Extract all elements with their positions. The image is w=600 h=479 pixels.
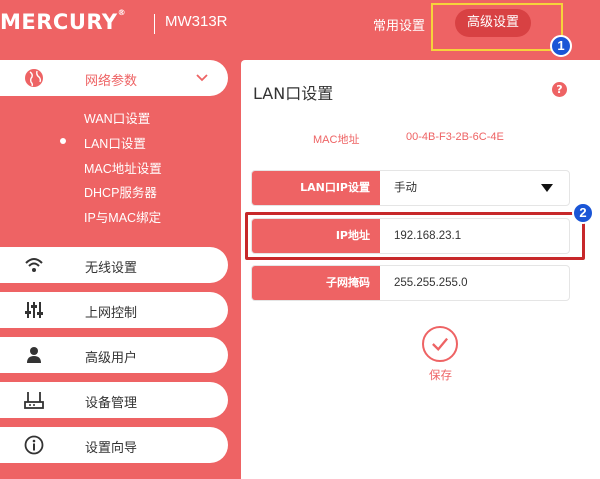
sidebar-item-label: 高级用户 xyxy=(85,351,138,366)
router-watermark-icon xyxy=(456,423,506,457)
chevron-down-icon[interactable] xyxy=(196,72,208,84)
save-button-label[interactable]: 保存 xyxy=(429,367,452,383)
annotation-marker-2: 2 xyxy=(572,202,594,224)
sidebar-item-label: 上网控制 xyxy=(85,306,138,321)
watermark-subtext: luyouqi.com xyxy=(514,444,563,454)
sub-item-mac[interactable]: MAC地址设置 xyxy=(84,158,162,177)
user-icon xyxy=(27,347,41,363)
mercury-logo: MERCURY® xyxy=(0,8,127,34)
subnet-mask-input[interactable]: 255.255.255.0 xyxy=(394,266,468,300)
sidebar-item-wireless[interactable]: 无线设置 xyxy=(0,247,228,283)
sidebar-item-label: 无线设置 xyxy=(85,261,138,276)
mac-address-label: MAC地址 xyxy=(313,134,360,146)
page-title: LAN口设置 xyxy=(253,84,334,103)
top-header: MERCURY® MW313R 常用设置 高级设置 1 xyxy=(0,0,600,57)
sidebar-item-advanced-user[interactable]: 高级用户 xyxy=(0,337,228,373)
nav-common-settings[interactable]: 常用设置 xyxy=(373,15,425,34)
sidebar: 网络参数 WAN口设置 LAN口设置 MAC地址设置 DHCP服务器 IP与MA… xyxy=(0,60,228,479)
logo-divider xyxy=(154,14,155,34)
model-name: MW313R xyxy=(165,13,228,30)
sidebar-item-device-management[interactable]: 设备管理 xyxy=(0,382,228,418)
sub-item-wan[interactable]: WAN口设置 xyxy=(84,108,150,127)
sidebar-item-network[interactable]: 网络参数 xyxy=(0,60,228,96)
sliders-icon xyxy=(25,302,43,318)
sidebar-item-access-control[interactable]: 上网控制 xyxy=(0,292,228,328)
mac-address-value: 00-4B-F3-2B-6C-4E xyxy=(406,131,504,143)
sub-item-ip-mac-binding[interactable]: IP与MAC绑定 xyxy=(84,207,161,226)
dropdown-caret-icon[interactable] xyxy=(541,184,553,192)
active-sub-indicator xyxy=(60,138,66,144)
lan-ip-mode-value: 手动 xyxy=(394,182,417,194)
annotation-marker-1: 1 xyxy=(550,35,572,57)
sidebar-item-label: 设备管理 xyxy=(85,396,138,411)
lan-ip-mode-select[interactable]: LAN口IP设置 手动 xyxy=(251,170,570,206)
save-check-icon[interactable] xyxy=(422,326,458,362)
nav-advanced-settings[interactable]: 高级设置 xyxy=(455,9,531,37)
sidebar-item-label: 设置向导 xyxy=(85,441,138,456)
globe-icon xyxy=(25,69,43,87)
info-icon xyxy=(24,435,44,455)
router-icon xyxy=(24,392,44,409)
sidebar-item-setup-wizard[interactable]: 设置向导 xyxy=(0,427,228,463)
subnet-mask-label: 子网掩码 xyxy=(252,266,380,300)
lan-ip-mode-label: LAN口IP设置 xyxy=(252,171,380,205)
annotation-highlight-box-2 xyxy=(245,212,585,260)
help-icon[interactable]: ? xyxy=(552,82,567,97)
sidebar-item-label: 网络参数 xyxy=(85,74,138,89)
sub-item-dhcp[interactable]: DHCP服务器 xyxy=(84,182,157,201)
wifi-icon xyxy=(25,258,43,272)
subnet-mask-field[interactable]: 子网掩码 255.255.255.0 xyxy=(251,265,570,301)
watermark-text: 路由器 xyxy=(512,419,578,443)
sub-item-lan[interactable]: LAN口设置 xyxy=(84,133,146,152)
watermark-logo: 路由器 luyouqi.com xyxy=(456,413,592,467)
